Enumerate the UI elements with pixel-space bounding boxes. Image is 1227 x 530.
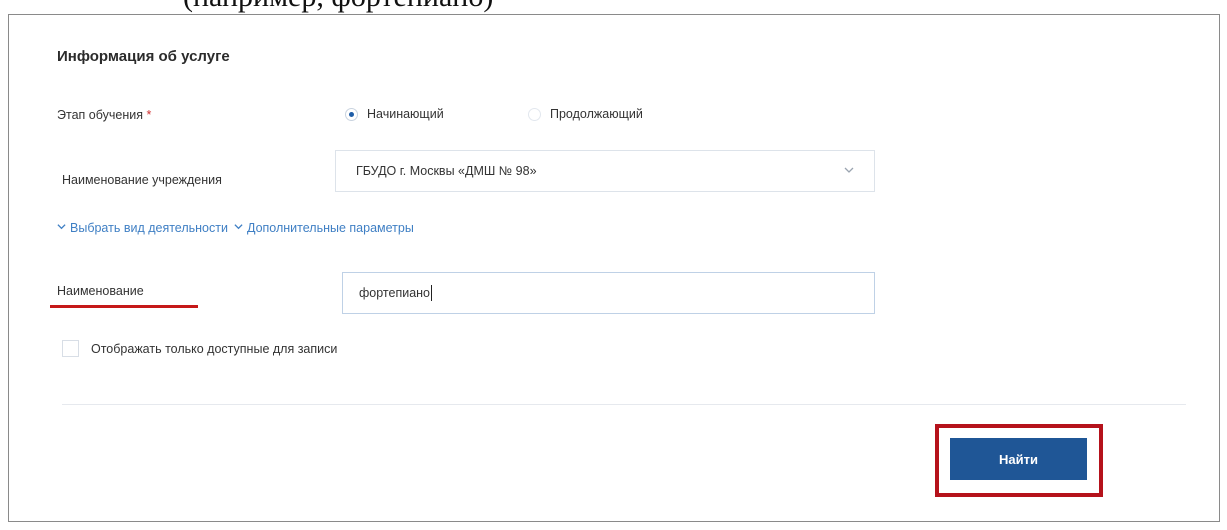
radio-selected-icon [345,107,358,121]
institution-label: Наименование учреждения [62,173,222,187]
filter-links: Выбрать вид деятельности Дополнительные … [57,221,414,235]
only-available-checkbox[interactable]: Отображать только доступные для записи [62,340,337,357]
extra-params-link[interactable]: Дополнительные параметры [234,221,414,235]
radio-continuing[interactable]: Продолжающий [528,107,643,121]
name-label-underline [50,305,198,308]
radio-unselected-icon [528,107,541,121]
only-available-label: Отображать только доступные для записи [91,341,338,356]
chevron-down-icon [234,222,243,234]
stage-label-text: Этап обучения [57,108,143,122]
radio-continuing-label: Продолжающий [550,107,643,121]
section-title: Информация об услуге [57,48,230,65]
find-button[interactable]: Найти [950,438,1087,480]
radio-beginner-label: Начинающий [367,107,444,121]
name-label: Наименование [57,284,144,298]
institution-select[interactable]: ГБУДО г. Москвы «ДМШ № 98» [335,150,875,192]
name-input-value: фортепиано [359,286,431,300]
extra-params-link-label: Дополнительные параметры [246,221,414,235]
radio-beginner[interactable]: Начинающий [345,107,444,121]
chevron-down-icon [57,222,66,234]
text-cursor [431,285,433,301]
checkbox-icon [62,340,79,357]
activity-type-link-label: Выбрать вид деятельности [70,221,228,235]
chevron-down-icon [842,163,856,177]
instruction-fragment: (например, фортепиано) [183,0,493,14]
stage-label: Этап обучения * [57,108,151,122]
institution-selected-value: ГБУДО г. Москвы «ДМШ № 98» [356,164,537,178]
divider [62,404,1186,405]
name-input[interactable]: фортепиано [342,272,875,314]
required-mark: * [146,108,152,122]
activity-type-link[interactable]: Выбрать вид деятельности [57,221,228,235]
